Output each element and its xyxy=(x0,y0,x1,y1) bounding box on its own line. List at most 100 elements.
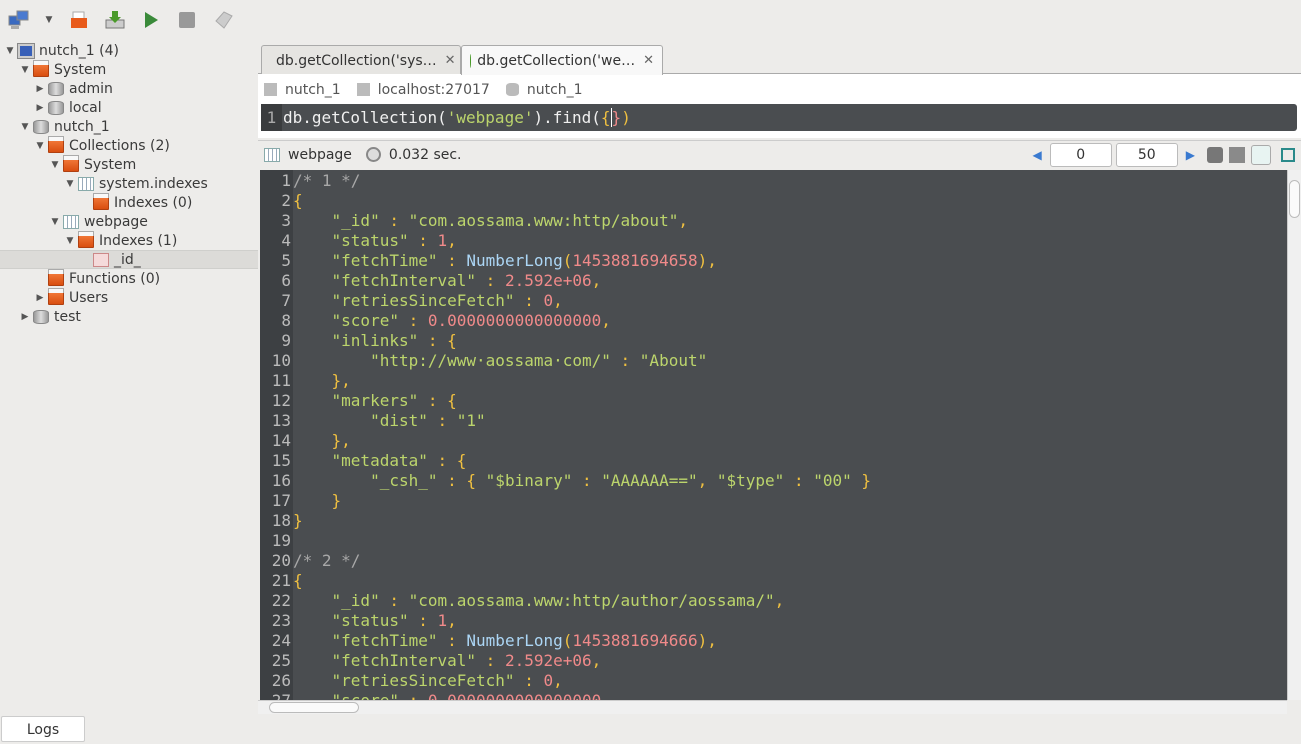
tree-item-label: System xyxy=(84,156,137,173)
dropdown-icon[interactable]: ▼ xyxy=(44,9,54,31)
vertical-scrollbar[interactable] xyxy=(1287,170,1301,700)
tree-item[interactable]: ▼ nutch_1 (4) xyxy=(0,41,258,60)
tree-item[interactable]: ▼ Collections (2) xyxy=(0,135,258,155)
clock-icon xyxy=(365,147,381,162)
code-token: , xyxy=(697,471,717,490)
stop-icon[interactable] xyxy=(176,9,198,31)
code-line: 4 "status" : 1, xyxy=(260,231,1287,251)
collapse-arrow-icon[interactable]: ▼ xyxy=(4,46,16,56)
server-icon xyxy=(17,42,35,59)
collapse-arrow-icon[interactable]: ▼ xyxy=(64,179,76,189)
code-token: : xyxy=(437,251,467,270)
line-number: 2 xyxy=(281,191,291,210)
next-page-icon[interactable]: ▶ xyxy=(1186,148,1195,162)
tree-item[interactable]: ▼ System xyxy=(0,59,258,79)
tree-item[interactable]: ▼ nutch_1 xyxy=(0,117,258,136)
skip-input[interactable]: 0 xyxy=(1049,142,1112,167)
code-token: , xyxy=(601,691,611,700)
orientation-icon[interactable] xyxy=(212,9,234,31)
code-line: 20/* 2 */ xyxy=(260,551,1287,571)
tab-system-query[interactable]: db.getCollection('sys… ✕ xyxy=(261,45,461,75)
query-brace: } xyxy=(610,108,622,127)
code-token: "fetchInterval" xyxy=(293,271,477,290)
code-line: 17 } xyxy=(260,491,1287,511)
code-token: 2.592e+06 xyxy=(504,271,592,290)
expand-arrow-icon[interactable]: ▶ xyxy=(19,312,31,322)
collapse-arrow-icon[interactable]: ▼ xyxy=(19,122,31,132)
expand-arrow-icon[interactable]: ▶ xyxy=(34,84,46,94)
code-token: : { xyxy=(418,391,457,410)
tab-webpage-query[interactable]: db.getCollection('we… ✕ xyxy=(461,45,663,75)
tree-item[interactable]: _id_ xyxy=(0,250,258,269)
line-number: 25 xyxy=(271,651,291,670)
code-token: "http://www·aossama·com/" xyxy=(293,351,611,370)
save-icon[interactable] xyxy=(104,9,126,31)
tree-item[interactable]: ▶ local xyxy=(0,98,258,117)
code-token: "com.aossama.www:http/author/aossama/" xyxy=(408,591,775,610)
db-icon xyxy=(33,309,49,324)
logs-tab[interactable]: Logs xyxy=(1,716,85,742)
connection-info: nutch_1 localhost:27017 nutch_1 xyxy=(264,82,583,98)
code-token: "metadata" xyxy=(293,451,428,470)
collapse-arrow-icon[interactable]: ▼ xyxy=(49,217,61,227)
line-number: 22 xyxy=(271,591,291,610)
tree-item[interactable]: ▼ System xyxy=(0,154,258,174)
code-line: 16 "_csh_" : { "$binary" : "AAAAAA==", "… xyxy=(260,471,1287,491)
open-icon[interactable] xyxy=(68,9,90,31)
results-collection: webpage xyxy=(288,146,352,163)
tree-item-label: webpage xyxy=(84,213,148,230)
collapse-arrow-icon[interactable]: ▼ xyxy=(34,141,46,151)
code-token: "inlinks" xyxy=(293,331,419,350)
query-editor[interactable]: 1 db.getCollection('webpage').find({}) xyxy=(261,104,1297,131)
tree-item[interactable]: ▶ admin xyxy=(0,79,258,98)
close-icon[interactable]: ✕ xyxy=(445,53,456,68)
code-token: : xyxy=(408,231,438,250)
line-number: 10 xyxy=(271,351,291,370)
folder-icon xyxy=(93,192,109,210)
connect-icon[interactable] xyxy=(8,9,30,31)
expand-arrow-icon[interactable]: ▶ xyxy=(34,293,46,303)
code-token: , xyxy=(553,671,563,690)
tree-item-label: Indexes (0) xyxy=(114,194,193,211)
code-token: /* 2 */ xyxy=(293,551,361,570)
code-token: ( xyxy=(562,251,573,270)
text-view-icon[interactable] xyxy=(1251,144,1271,165)
collapse-arrow-icon[interactable]: ▼ xyxy=(49,160,61,170)
host-icon xyxy=(356,83,370,96)
collapse-arrow-icon[interactable]: ▼ xyxy=(64,236,76,246)
tree-item[interactable]: ▶ Users xyxy=(0,287,258,307)
tab-label: db.getCollection('we… xyxy=(477,52,636,69)
tree-view-icon[interactable] xyxy=(1207,146,1223,163)
tree-item[interactable]: Functions (0) xyxy=(0,268,258,288)
execute-icon[interactable] xyxy=(140,9,162,31)
limit-input[interactable]: 50 xyxy=(1115,142,1178,167)
horizontal-scrollbar[interactable] xyxy=(258,700,1287,714)
code-token: { xyxy=(293,571,303,590)
tree-item[interactable]: ▼ webpage xyxy=(0,212,258,231)
previous-page-icon[interactable]: ◀ xyxy=(1033,148,1042,162)
collapse-arrow-icon[interactable]: ▼ xyxy=(19,65,31,75)
code-line: 8 "score" : 0.0000000000000000, xyxy=(260,311,1287,331)
code-token: : xyxy=(610,351,640,370)
code-token: "fetchTime" xyxy=(293,251,438,270)
folder-icon xyxy=(33,59,49,77)
tree-item[interactable]: ▼ Indexes (1) xyxy=(0,230,258,250)
code-token: : xyxy=(379,211,409,230)
line-number: 6 xyxy=(281,271,291,290)
code-line: 10 "http://www·aossama·com/" : "About" xyxy=(260,351,1287,371)
close-icon[interactable]: ✕ xyxy=(643,53,654,68)
maximize-icon[interactable] xyxy=(1281,147,1295,162)
folder-icon xyxy=(48,287,64,305)
table-view-icon[interactable] xyxy=(1229,146,1245,163)
code-token: } xyxy=(293,511,303,530)
tree-item[interactable]: ▶ test xyxy=(0,307,258,326)
code-token: : xyxy=(379,591,409,610)
code-line: 24 "fetchTime" : NumberLong(145388169466… xyxy=(260,631,1287,651)
code-token: "$type" xyxy=(716,471,785,490)
tree-item[interactable]: ▼ system.indexes xyxy=(0,174,258,193)
db-icon xyxy=(48,100,64,115)
host-address: localhost:27017 xyxy=(377,82,490,98)
tree-item[interactable]: Indexes (0) xyxy=(0,192,258,212)
results-text-view[interactable]: 1/* 1 */2{3 "_id" : "com.aossama.www:htt… xyxy=(260,170,1287,700)
expand-arrow-icon[interactable]: ▶ xyxy=(34,103,46,113)
